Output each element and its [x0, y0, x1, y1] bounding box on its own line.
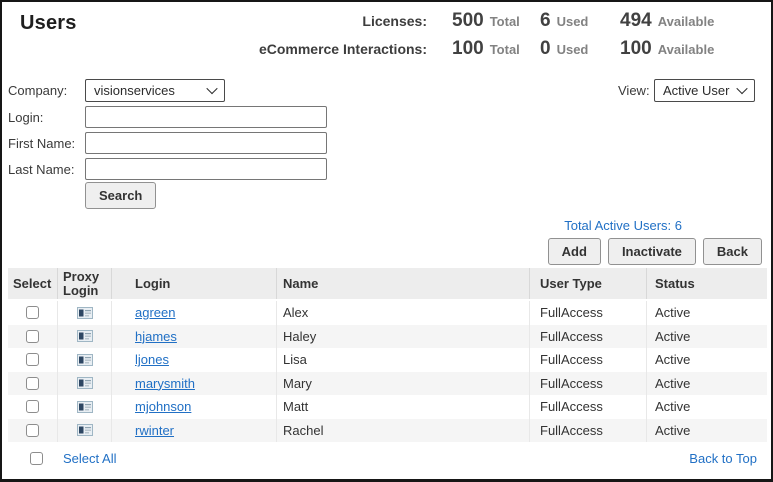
licenses-total-value: 500 — [452, 10, 484, 31]
contact-card-icon[interactable] — [76, 330, 93, 343]
status-cell: Active — [655, 328, 691, 344]
page-title: Users — [20, 12, 77, 34]
table-row: marysmith Mary FullAccess Active — [8, 371, 767, 395]
header-user-type: User Type — [530, 268, 647, 299]
status-cell: Active — [655, 305, 691, 321]
licenses-used: 6 Used — [540, 10, 620, 32]
ecommerce-total-value: 100 — [452, 38, 484, 59]
name-cell: Haley — [277, 324, 530, 348]
view-select[interactable]: Active Users — [654, 79, 755, 102]
add-button[interactable]: Add — [547, 238, 601, 265]
ecommerce-total-unit: Total — [489, 42, 520, 57]
company-select[interactable]: visionservices — [85, 79, 225, 102]
contact-card-icon[interactable] — [76, 353, 93, 366]
user-type-cell: FullAccess — [530, 418, 647, 442]
company-select-wrap: visionservices — [85, 79, 225, 102]
licenses-label: Licenses: — [362, 13, 427, 29]
users-page: Users Licenses: 500 Total 6 Used 494 Ava… — [0, 0, 773, 482]
view-label: View: — [618, 83, 650, 98]
contact-card-icon[interactable] — [76, 424, 93, 437]
licenses-available-value: 494 — [620, 10, 652, 31]
ecommerce-available-unit: Available — [657, 42, 715, 57]
contact-card-icon[interactable] — [76, 400, 93, 413]
table-row: ljones Lisa FullAccess Active — [8, 348, 767, 372]
select-all-label[interactable]: Select All — [63, 451, 116, 466]
select-all-checkbox[interactable] — [30, 451, 43, 465]
login-link[interactable]: agreen — [135, 305, 175, 320]
ecommerce-label: eCommerce Interactions: — [258, 41, 427, 57]
search-button[interactable]: Search — [85, 182, 157, 209]
contact-card-icon[interactable] — [76, 377, 93, 390]
table-row: mjohnson Matt FullAccess Active — [8, 395, 767, 419]
ecommerce-used: 0 Used — [540, 38, 620, 60]
status-cell: Active — [655, 375, 691, 391]
table-row: rwinter Rachel FullAccess Active — [8, 418, 767, 442]
header-proxy-login: Proxy Login — [58, 268, 112, 299]
licenses-available-unit: Available — [657, 14, 715, 29]
header-select: Select — [8, 268, 58, 299]
name-cell: Lisa — [277, 348, 530, 372]
status-cell: Active — [655, 352, 691, 368]
users-table: Select Proxy Login Login Name User Type … — [8, 268, 767, 442]
action-buttons: Add Inactivate Back — [547, 238, 762, 265]
licenses-available: 494 Available — [620, 10, 730, 32]
ecommerce-total: 100 Total — [452, 38, 540, 60]
table-row: agreen Alex FullAccess Active — [8, 301, 767, 325]
status-cell: Active — [655, 399, 691, 415]
last-name-label: Last Name: — [8, 162, 75, 177]
login-link[interactable]: mjohnson — [135, 399, 191, 414]
login-link[interactable]: rwinter — [135, 423, 174, 438]
licenses-used-unit: Used — [556, 14, 589, 29]
licenses-row: Licenses: 500 Total 6 Used 494 Available — [259, 10, 730, 34]
licenses-total-unit: Total — [489, 14, 520, 29]
ecommerce-available: 100 Available — [620, 38, 730, 60]
first-name-label: First Name: — [8, 136, 76, 151]
user-type-cell: FullAccess — [530, 348, 647, 372]
back-button[interactable]: Back — [702, 238, 762, 265]
table-header: Select Proxy Login Login Name User Type … — [8, 268, 767, 299]
company-label: Company: — [8, 83, 68, 98]
ecommerce-used-value: 0 — [540, 38, 551, 59]
licenses-total: 500 Total — [452, 10, 540, 32]
row-select-checkbox[interactable] — [26, 376, 39, 390]
header-login: Login — [112, 268, 277, 299]
table-footer: Select All Back to Top — [8, 446, 765, 470]
header-status: Status — [655, 275, 695, 291]
contact-card-icon[interactable] — [76, 306, 93, 319]
ecommerce-available-value: 100 — [620, 38, 652, 59]
total-active-users: Total Active Users: 6 — [564, 218, 682, 233]
login-link[interactable]: hjames — [135, 329, 177, 344]
header-name: Name — [277, 268, 530, 299]
inactivate-button[interactable]: Inactivate — [607, 238, 696, 265]
login-link[interactable]: ljones — [135, 352, 169, 367]
name-cell: Mary — [277, 371, 530, 395]
ecommerce-interactions-row: eCommerce Interactions: 100 Total 0 Used… — [259, 38, 730, 62]
login-input[interactable] — [85, 106, 327, 128]
table-row: hjames Haley FullAccess Active — [8, 324, 767, 348]
back-to-top-link[interactable]: Back to Top — [689, 451, 757, 466]
license-stats: Licenses: 500 Total 6 Used 494 Available… — [259, 10, 730, 62]
row-select-checkbox[interactable] — [26, 353, 39, 367]
user-type-cell: FullAccess — [530, 301, 647, 325]
ecommerce-used-unit: Used — [556, 42, 589, 57]
row-select-checkbox[interactable] — [26, 400, 39, 414]
name-cell: Alex — [277, 301, 530, 325]
view-select-wrap: Active Users — [654, 79, 755, 102]
name-cell: Rachel — [277, 418, 530, 442]
last-name-input[interactable] — [85, 158, 327, 180]
row-select-checkbox[interactable] — [26, 329, 39, 343]
login-label: Login: — [8, 110, 44, 125]
user-type-cell: FullAccess — [530, 395, 647, 419]
row-select-checkbox[interactable] — [26, 306, 39, 320]
user-type-cell: FullAccess — [530, 371, 647, 395]
name-cell: Matt — [277, 395, 530, 419]
login-link[interactable]: marysmith — [135, 376, 195, 391]
licenses-used-value: 6 — [540, 10, 551, 31]
row-select-checkbox[interactable] — [26, 423, 39, 437]
table-body: agreen Alex FullAccess Active hjames Hal… — [8, 301, 767, 442]
status-cell: Active — [655, 422, 691, 438]
user-type-cell: FullAccess — [530, 324, 647, 348]
first-name-input[interactable] — [85, 132, 327, 154]
